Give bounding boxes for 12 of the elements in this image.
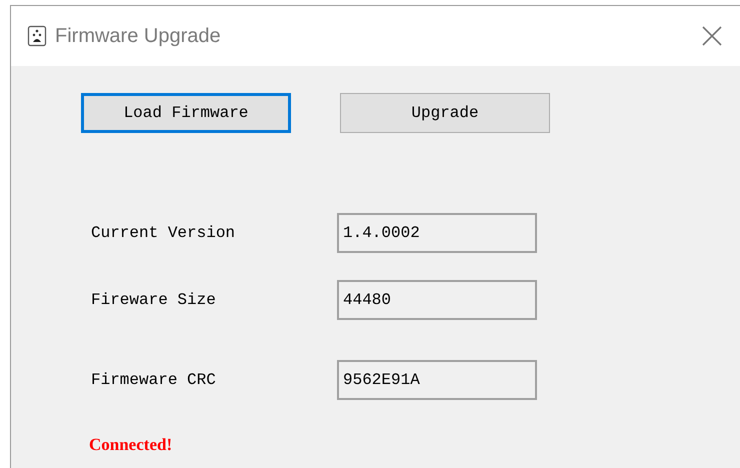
field-label: Current Version xyxy=(90,223,236,244)
input-field[interactable]: 9562E91A xyxy=(337,360,537,400)
app-icon xyxy=(27,25,47,47)
dialog-button[interactable]: Load Firmware xyxy=(81,93,291,133)
window-title: Firmware Upgrade xyxy=(55,24,221,49)
input-field[interactable]: 1.4.0002 xyxy=(337,213,537,253)
input-field[interactable]: 44480 xyxy=(337,280,537,320)
field-label: Firmeware CRC xyxy=(90,370,217,391)
dialog-button[interactable]: Upgrade xyxy=(340,93,550,133)
status-text: Connected! xyxy=(88,434,174,456)
field-label: Fireware Size xyxy=(90,290,217,311)
close-icon[interactable] xyxy=(702,26,722,46)
